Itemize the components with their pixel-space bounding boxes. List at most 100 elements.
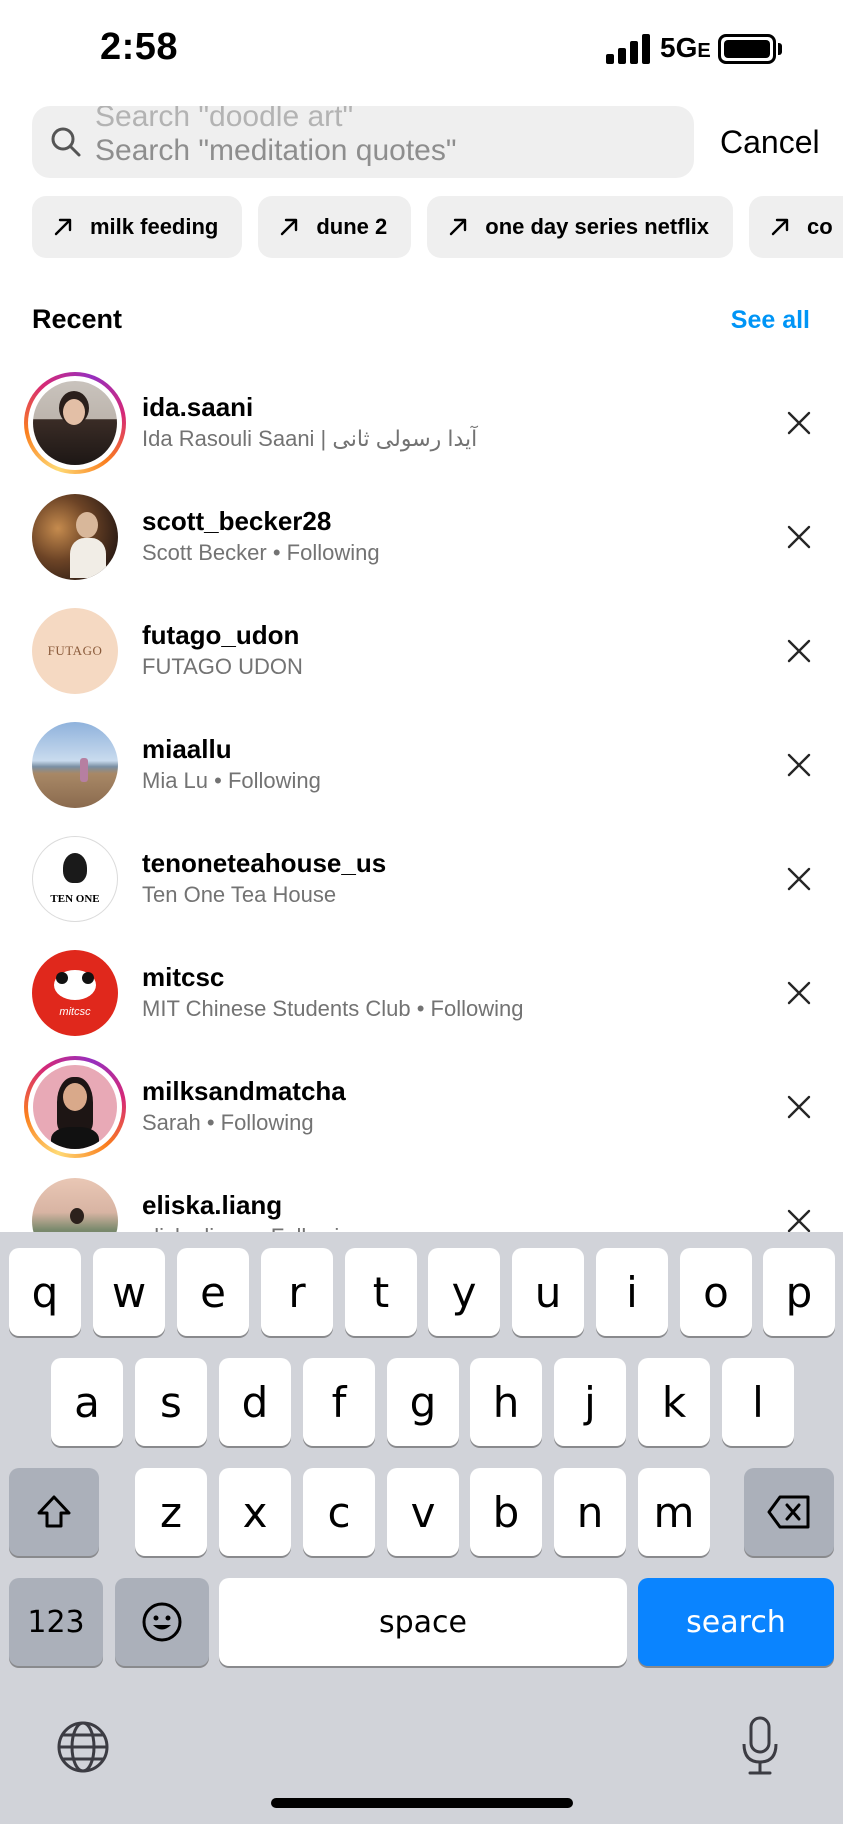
numbers-key[interactable]: 123 (9, 1578, 103, 1666)
delete-key[interactable] (744, 1468, 834, 1556)
key-x[interactable]: x (219, 1468, 291, 1556)
suggestion-label: co (807, 214, 833, 239)
key-a[interactable]: a (51, 1358, 123, 1446)
trending-arrow-icon (450, 218, 467, 236)
suggestion-label: dune 2 (316, 214, 388, 239)
suggestion-chip[interactable]: co (749, 196, 843, 258)
avatar[interactable] (32, 494, 118, 580)
close-icon[interactable] (786, 1208, 812, 1234)
full-name: Ten One Tea House (142, 882, 337, 907)
list-item[interactable]: FUTAGO futago_udon FUTAGO UDON (0, 594, 843, 708)
avatar[interactable] (24, 372, 126, 474)
status-time: 2:58 (100, 26, 179, 68)
key-t[interactable]: t (345, 1248, 417, 1336)
key-z[interactable]: z (135, 1468, 207, 1556)
list-item[interactable]: milksandmatcha Sarah • Following (0, 1050, 843, 1164)
backspace-icon (767, 1495, 810, 1529)
globe-icon[interactable] (56, 1720, 110, 1774)
full-name: Ida Rasouli Saani | آیدا رسولی ثانی (142, 426, 478, 451)
space-key[interactable]: space (219, 1578, 627, 1666)
emoji-key[interactable] (115, 1578, 209, 1666)
key-y[interactable]: y (428, 1248, 500, 1336)
close-icon[interactable] (786, 638, 812, 664)
key-g[interactable]: g (387, 1358, 459, 1446)
full-name: MIT Chinese Students Club • Following (142, 996, 524, 1021)
close-icon[interactable] (786, 1094, 812, 1120)
username: miaallu (142, 734, 232, 764)
home-indicator (271, 1798, 573, 1808)
emoji-icon (142, 1602, 182, 1642)
close-icon[interactable] (786, 524, 812, 550)
search-key[interactable]: search (638, 1578, 834, 1666)
key-w[interactable]: w (93, 1248, 165, 1336)
list-item[interactable]: ida.saani Ida Rasouli Saani | آیدا رسولی… (0, 366, 843, 480)
key-h[interactable]: h (470, 1358, 542, 1446)
key-e[interactable]: e (177, 1248, 249, 1336)
suggestion-chip[interactable]: one day series netflix (427, 196, 734, 258)
username: ida.saani (142, 392, 254, 422)
key-u[interactable]: u (512, 1248, 584, 1336)
close-icon[interactable] (786, 410, 812, 436)
key-p[interactable]: p (763, 1248, 835, 1336)
see-all-link[interactable]: See all (731, 306, 810, 335)
username: milksandmatcha (142, 1076, 346, 1106)
key-l[interactable]: l (722, 1358, 794, 1446)
close-icon[interactable] (786, 980, 812, 1006)
suggestion-chip[interactable]: milk feeding (32, 196, 243, 258)
battery-tip (778, 43, 782, 55)
username: futago_udon (142, 620, 300, 650)
key-j[interactable]: j (554, 1358, 626, 1446)
username: scott_becker28 (142, 506, 332, 536)
recent-heading: Recent (32, 304, 123, 334)
username: tenoneteahouse_us (142, 848, 387, 878)
trending-arrow-icon (54, 218, 72, 236)
key-o[interactable]: o (680, 1248, 752, 1336)
full-name: FUTAGO UDON (142, 654, 303, 679)
suggestion-label: milk feeding (90, 214, 219, 239)
cancel-button[interactable]: Cancel (720, 124, 820, 161)
avatar[interactable] (24, 1056, 126, 1158)
avatar[interactable]: FUTAGO (32, 608, 118, 694)
avatar-logo-text: TEN ONE (50, 893, 100, 905)
full-name: Mia Lu • Following (142, 768, 321, 793)
key-b[interactable]: b (470, 1468, 542, 1556)
close-icon[interactable] (786, 866, 812, 892)
key-s[interactable]: s (135, 1358, 207, 1446)
key-d[interactable]: d (219, 1358, 291, 1446)
avatar-logo-text: FUTAGO (47, 643, 103, 658)
list-item[interactable]: miaallu Mia Lu • Following (0, 708, 843, 822)
shift-icon (37, 1495, 71, 1528)
key-q[interactable]: q (9, 1248, 81, 1336)
key-k[interactable]: k (638, 1358, 710, 1446)
network-type: 5GE (660, 32, 711, 63)
search-icon (51, 127, 81, 157)
suggestion-label: one day series netflix (485, 214, 710, 239)
key-c[interactable]: c (303, 1468, 375, 1556)
key-m[interactable]: m (638, 1468, 710, 1556)
suggestion-chip[interactable]: dune 2 (258, 196, 412, 258)
close-icon[interactable] (786, 752, 812, 778)
full-name: Sarah • Following (142, 1110, 314, 1135)
key-v[interactable]: v (387, 1468, 459, 1556)
recent-list: ida.saani Ida Rasouli Saani | آیدا رسولی… (0, 366, 843, 1278)
suggestion-chips: milk feeding dune 2 one day series netfl… (32, 196, 843, 258)
list-item[interactable]: TEN ONE tenoneteahouse_us Ten One Tea Ho… (0, 822, 843, 936)
cellular-signal-icon (606, 34, 652, 64)
full-name: Scott Becker • Following (142, 540, 380, 565)
shift-key[interactable] (9, 1468, 99, 1556)
trending-arrow-icon (281, 218, 298, 236)
avatar[interactable]: mitcsc (32, 950, 118, 1036)
battery-icon (718, 34, 776, 64)
list-item[interactable]: mitcsc mitcsc MIT Chinese Students Club … (0, 936, 843, 1050)
avatar[interactable] (32, 722, 118, 808)
key-i[interactable]: i (596, 1248, 668, 1336)
list-item[interactable]: scott_becker28 Scott Becker • Following (0, 480, 843, 594)
key-r[interactable]: r (261, 1248, 333, 1336)
avatar[interactable]: TEN ONE (32, 836, 118, 922)
key-f[interactable]: f (303, 1358, 375, 1446)
username: eliska.liang (142, 1190, 283, 1220)
search-input[interactable]: Search "doodle art" Search "meditation q… (32, 106, 694, 178)
avatar-logo-text: mitcsc (59, 1006, 91, 1018)
microphone-icon[interactable] (740, 1716, 780, 1776)
key-n[interactable]: n (554, 1468, 626, 1556)
